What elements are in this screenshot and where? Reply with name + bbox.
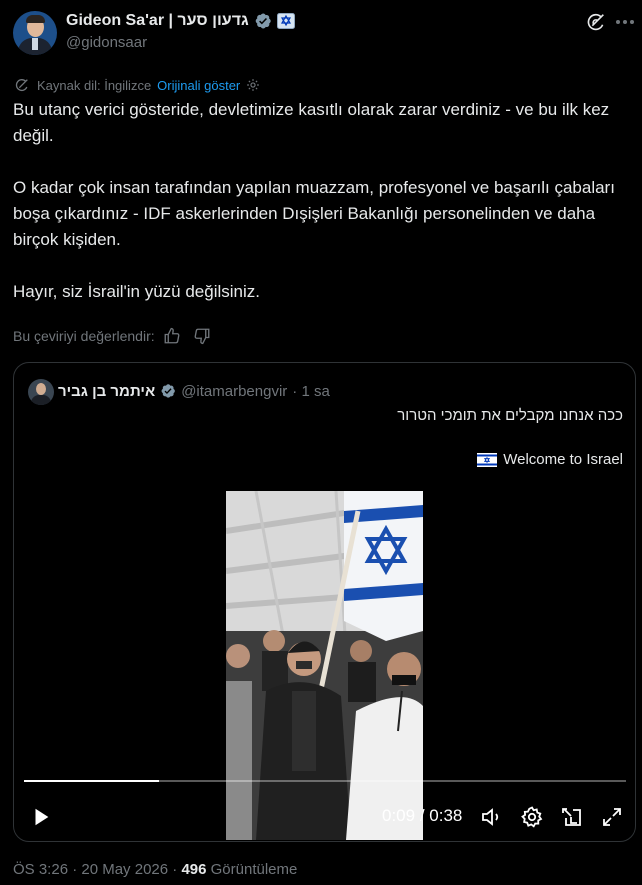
author-handle[interactable]: @gidonsaar bbox=[66, 34, 147, 51]
gear-icon[interactable] bbox=[246, 78, 260, 92]
verified-badge-icon bbox=[255, 13, 271, 29]
quoted-author-name[interactable]: איתמר בן גביר bbox=[58, 383, 155, 400]
settings-gear-icon[interactable] bbox=[520, 805, 544, 829]
translation-info: Kaynak dil: İngilizce Orijinali göster bbox=[14, 76, 260, 94]
quoted-tweet[interactable]: איתמר בן גביר @itamarbengvir · 1 sa ככה … bbox=[13, 362, 636, 842]
quoted-author-row[interactable]: איתמר בן גביר @itamarbengvir · 1 sa bbox=[58, 380, 330, 402]
show-original-link[interactable]: Orijinali göster bbox=[157, 78, 240, 93]
picture-in-picture-icon[interactable] bbox=[560, 805, 584, 829]
fullscreen-icon[interactable] bbox=[600, 805, 624, 829]
video-progress-fill bbox=[24, 780, 160, 782]
rate-translation-label: Bu çeviriyi değerlendir: bbox=[13, 328, 155, 344]
tweet-paragraph: Hayır, siz İsrail'in yüzü değilsiniz. bbox=[13, 282, 260, 301]
tweet-paragraph: O kadar çok insan tarafından yapılan mua… bbox=[13, 178, 615, 249]
video-player[interactable] bbox=[226, 491, 423, 840]
video-time-separator: / bbox=[419, 806, 425, 825]
tweet-timestamp[interactable]: ÖS 3:26 · 20 May 2026 · bbox=[13, 861, 177, 878]
video-duration: 0:38 bbox=[429, 806, 463, 825]
israel-flag-icon bbox=[477, 452, 498, 467]
video-progress-bar[interactable] bbox=[24, 780, 626, 782]
welcome-text: Welcome to Israel bbox=[503, 451, 623, 468]
tweet-text: Bu utanç verici gösteride, devletimize k… bbox=[13, 97, 629, 331]
video-current-time: 0:09 bbox=[382, 806, 416, 825]
views-count: 496 bbox=[181, 861, 207, 878]
more-options-icon[interactable] bbox=[613, 10, 637, 34]
video-frame bbox=[226, 491, 423, 840]
translate-icon bbox=[15, 79, 28, 91]
quoted-tweet-time[interactable]: · 1 sa bbox=[292, 383, 330, 400]
rate-translation: Bu çeviriyi değerlendir: bbox=[13, 325, 211, 347]
quoted-author-avatar[interactable] bbox=[28, 379, 54, 405]
tweet-footer: ÖS 3:26 · 20 May 2026 · 496 Görüntüleme bbox=[13, 861, 297, 878]
video-time: 0:09 / 0:38 bbox=[382, 806, 462, 826]
tweet-paragraph: Bu utanç verici gösteride, devletimize k… bbox=[13, 100, 610, 145]
volume-icon[interactable] bbox=[480, 805, 504, 829]
government-badge-icon bbox=[276, 13, 295, 29]
quoted-tweet-text: ככה אנחנו מקבלים את תומכי הטרור bbox=[397, 407, 623, 424]
author-name-row[interactable]: Gideon Sa'ar | גדעון סער bbox=[66, 10, 295, 32]
play-icon[interactable] bbox=[30, 806, 52, 828]
author-avatar[interactable] bbox=[13, 11, 57, 55]
grok-icon[interactable] bbox=[585, 11, 607, 33]
author-name[interactable]: Gideon Sa'ar | גדעון סער bbox=[66, 12, 249, 30]
verified-badge-icon bbox=[161, 384, 176, 398]
thumbs-up-icon[interactable] bbox=[163, 327, 181, 345]
quoted-tweet-text-line2: Welcome to Israel bbox=[477, 451, 623, 468]
quoted-author-handle[interactable]: @itamarbengvir bbox=[181, 383, 287, 400]
thumbs-down-icon[interactable] bbox=[193, 327, 211, 345]
source-language-label: Kaynak dil: İngilizce bbox=[37, 77, 152, 93]
views-label: Görüntüleme bbox=[210, 861, 298, 878]
